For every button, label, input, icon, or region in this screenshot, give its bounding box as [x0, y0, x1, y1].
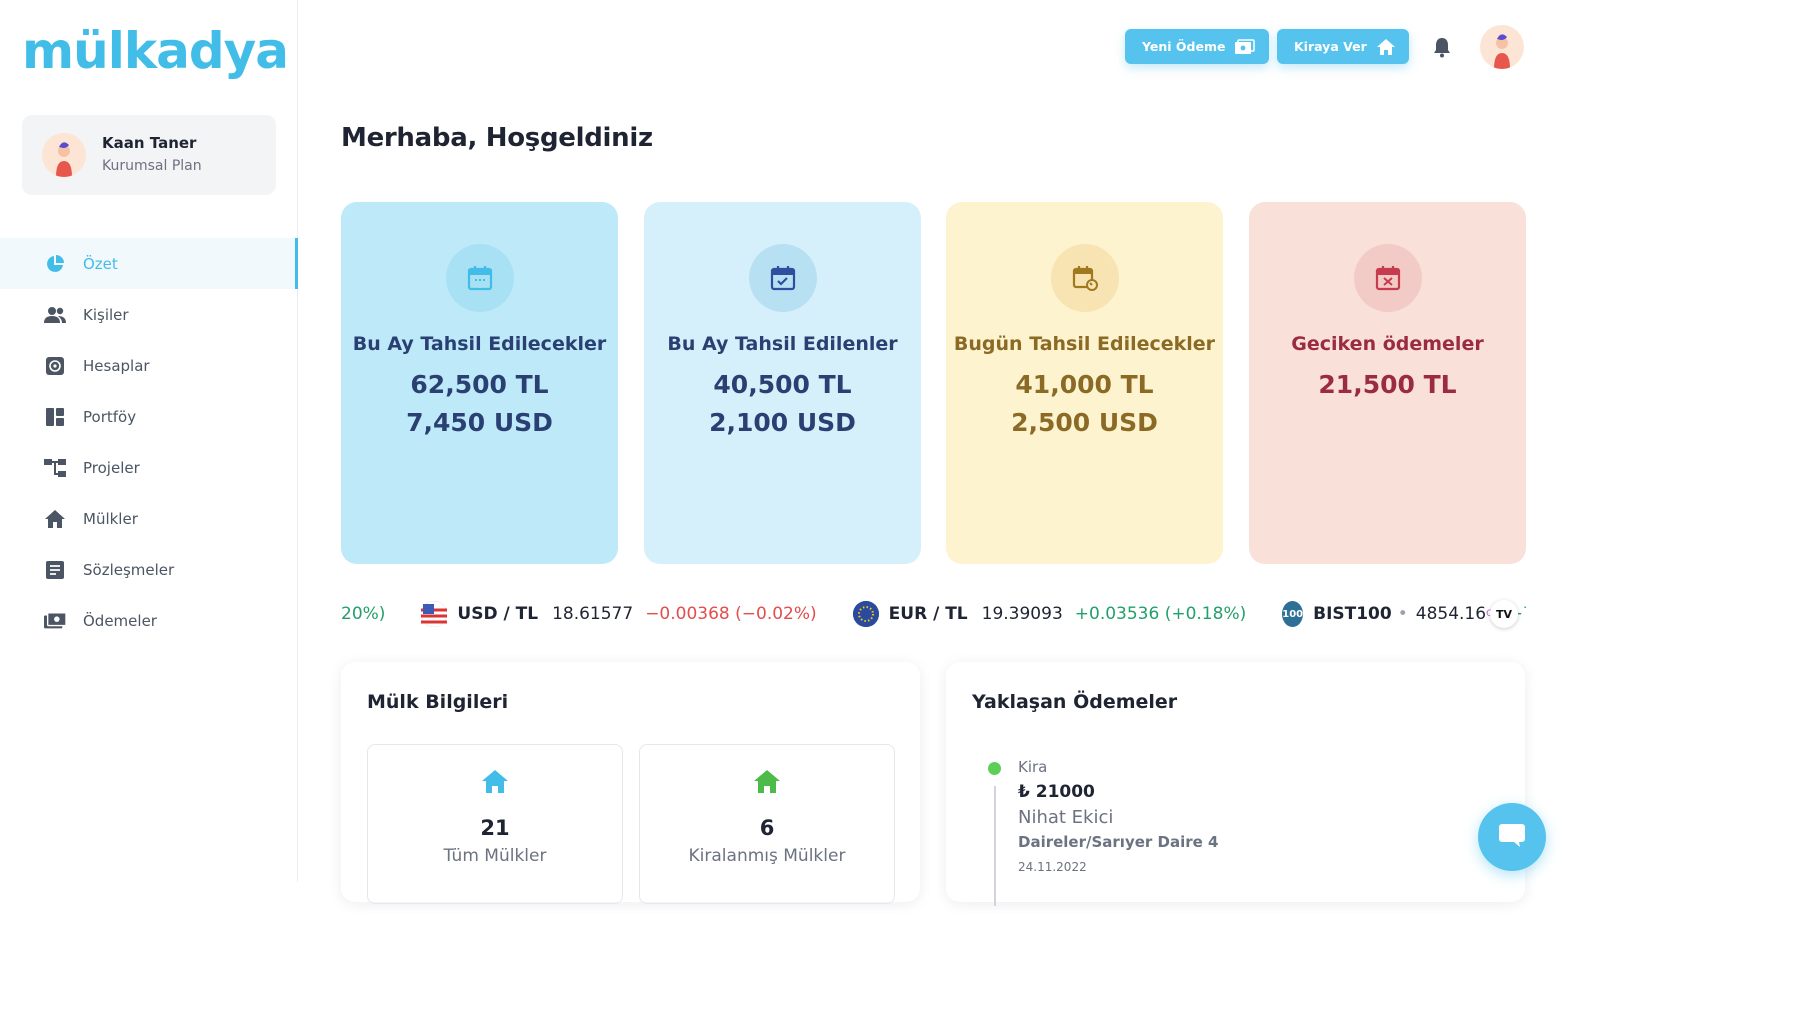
sidebar-item-sozlesmeler[interactable]: Sözleşmeler — [0, 544, 298, 595]
sidebar-item-odemeler[interactable]: Ödemeler — [0, 595, 298, 646]
avatar — [42, 133, 86, 177]
user-name: Kaan Taner — [102, 134, 197, 152]
stat-label: Tüm Mülkler — [443, 846, 547, 866]
document-icon — [44, 559, 66, 581]
summary-card-due-today[interactable]: Bugün Tahsil Edilecekler 41,000 TL 2,500… — [946, 202, 1223, 564]
ticker-change: +0.03536 (+0.18%) — [1074, 604, 1247, 624]
sidebar-item-label: Portföy — [83, 407, 137, 426]
summary-card-due-this-month[interactable]: Bu Ay Tahsil Edilecekler 62,500 TL 7,450… — [341, 202, 618, 564]
bist-badge: 100 — [1282, 601, 1304, 627]
ticker-symbol[interactable]: USD / TL — [457, 604, 538, 624]
sidebar-item-hesaplar[interactable]: Hesaplar — [0, 340, 298, 391]
home-icon — [753, 769, 781, 797]
home-icon — [481, 769, 509, 797]
rent-out-button[interactable]: Kiraya Ver — [1277, 29, 1409, 64]
panel-title: Mülk Bilgileri — [367, 691, 509, 713]
card-value-tl: 41,000 TL — [1015, 370, 1154, 399]
payment-type: Kira — [1018, 758, 1048, 776]
timeline-line — [994, 786, 996, 906]
home-icon — [44, 508, 66, 530]
ticker-lead-change: 20%) — [341, 604, 386, 624]
ticker-price: 4854.16 — [1415, 604, 1487, 624]
safe-icon — [44, 355, 66, 377]
chat-button[interactable] — [1478, 803, 1546, 871]
sidebar-nav: Özet Kişiler Hesaplar Portföy Projeler M… — [0, 238, 298, 646]
dot-separator-icon: • — [1397, 604, 1408, 624]
ticker-price: 19.39093 — [981, 604, 1063, 624]
calendar-icon — [445, 244, 514, 312]
payment-date: 24.11.2022 — [1018, 860, 1087, 874]
payment-person[interactable]: Nihat Ekici — [1018, 807, 1113, 828]
card-title: Bu Ay Tahsil Edilenler — [667, 333, 898, 355]
rent-out-label: Kiraya Ver — [1294, 39, 1367, 54]
ticker-price: 18.61577 — [552, 604, 634, 624]
us-flag-icon — [421, 601, 448, 627]
new-payment-label: Yeni Ödeme — [1142, 39, 1226, 54]
sidebar-item-kisiler[interactable]: Kişiler — [0, 289, 298, 340]
bell-icon[interactable] — [1431, 36, 1453, 58]
card-value-tl: 40,500 TL — [713, 370, 852, 399]
card-title: Bugün Tahsil Edilecekler — [953, 333, 1216, 355]
card-value-tl: 21,500 TL — [1318, 370, 1457, 399]
sidebar-item-label: Kişiler — [83, 305, 129, 324]
summary-card-collected-this-month[interactable]: Bu Ay Tahsil Edilenler 40,500 TL 2,100 U… — [644, 202, 921, 564]
calendar-check-icon — [748, 244, 817, 312]
stat-rented-properties[interactable]: 6 Kiralanmış Mülkler — [639, 744, 895, 904]
logo[interactable]: mülkadya — [22, 20, 289, 82]
payment-icon — [1235, 38, 1256, 55]
currency-ticker[interactable]: 20%) USD / TL 18.61577 −0.00368 (−0.02%)… — [341, 592, 1526, 636]
pie-chart-icon — [44, 253, 66, 275]
summary-card-overdue[interactable]: Geciken ödemeler 21,500 TL — [1249, 202, 1526, 564]
property-info-panel: Mülk Bilgileri 21 Tüm Mülkler 6 Kiralanm… — [341, 662, 920, 904]
calendar-refresh-icon — [1050, 244, 1119, 312]
card-value-usd: 2,100 USD — [709, 408, 856, 437]
sidebar-item-label: Projeler — [83, 458, 140, 477]
chat-bubble-icon — [1498, 822, 1526, 852]
stat-label: Kiralanmış Mülkler — [688, 846, 846, 866]
ticker-symbol[interactable]: EUR / TL — [889, 604, 968, 624]
card-value-usd: 2,500 USD — [1011, 408, 1158, 437]
people-icon — [44, 304, 66, 326]
panel-title: Yaklaşan Ödemeler — [972, 691, 1178, 713]
app: mülkadya Kaan Taner Kurumsal Plan Özet K… — [0, 0, 1568, 906]
stat-value: 21 — [480, 816, 510, 840]
tradingview-logo-icon[interactable]: TV — [1490, 600, 1518, 628]
dashboard-icon — [44, 406, 66, 428]
user-card[interactable]: Kaan Taner Kurumsal Plan — [22, 115, 276, 195]
page-title: Merhaba, Hoşgeldiniz — [341, 123, 653, 153]
sidebar-item-projeler[interactable]: Projeler — [0, 442, 298, 493]
user-plan: Kurumsal Plan — [102, 158, 202, 174]
hierarchy-icon — [44, 457, 66, 479]
sidebar: mülkadya Kaan Taner Kurumsal Plan Özet K… — [0, 0, 298, 882]
sidebar-item-label: Hesaplar — [83, 356, 150, 375]
sidebar-item-portfoy[interactable]: Portföy — [0, 391, 298, 442]
card-value-usd: 7,450 USD — [406, 408, 553, 437]
sidebar-item-label: Özet — [83, 254, 118, 273]
profile-avatar[interactable] — [1480, 25, 1524, 69]
home-icon — [1376, 38, 1395, 55]
sidebar-item-ozet[interactable]: Özet — [0, 238, 298, 289]
payment-property[interactable]: Daireler/Sarıyer Daire 4 — [1018, 833, 1218, 851]
stat-all-properties[interactable]: 21 Tüm Mülkler — [367, 744, 623, 904]
card-title: Bu Ay Tahsil Edilecekler — [352, 333, 607, 355]
payment-icon — [44, 610, 66, 632]
calendar-x-icon — [1353, 244, 1422, 312]
card-title: Geciken ödemeler — [1291, 333, 1484, 355]
sidebar-item-mulkler[interactable]: Mülkler — [0, 493, 298, 544]
timeline-dot — [988, 762, 1001, 775]
ticker-change: −0.00368 (−0.02%) — [645, 604, 817, 624]
sidebar-item-label: Ödemeler — [83, 611, 157, 630]
stat-value: 6 — [759, 816, 775, 840]
upcoming-payments-panel: Yaklaşan Ödemeler Kira ₺ 21000 Nihat Eki… — [946, 662, 1525, 906]
sidebar-item-label: Sözleşmeler — [83, 560, 175, 579]
eu-flag-icon — [852, 601, 879, 627]
ticker-symbol[interactable]: BIST100 — [1313, 604, 1392, 624]
new-payment-button[interactable]: Yeni Ödeme — [1125, 29, 1270, 64]
payment-amount: ₺ 21000 — [1018, 782, 1095, 802]
card-value-tl: 62,500 TL — [410, 370, 549, 399]
sidebar-item-label: Mülkler — [83, 509, 138, 528]
